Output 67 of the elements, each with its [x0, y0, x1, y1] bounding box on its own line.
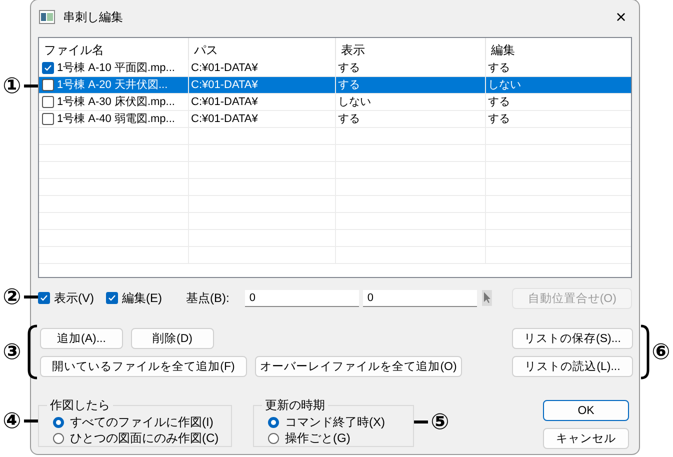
- leader-line: [24, 420, 38, 422]
- radio-label[interactable]: すべてのファイルに作図(I): [70, 414, 214, 430]
- table-cell: する: [486, 94, 631, 110]
- cancel-button[interactable]: キャンセル: [543, 428, 629, 449]
- checkbox[interactable]: [42, 62, 54, 74]
- checkbox-label[interactable]: 表示(V): [54, 290, 94, 306]
- bracket: [28, 324, 38, 380]
- table-cell: する: [336, 60, 486, 76]
- radio-button[interactable]: [53, 432, 64, 444]
- file-name: 1号棟 A-10 平面図.mp...: [57, 60, 175, 76]
- checkbox[interactable]: [106, 292, 118, 304]
- leader-line: [414, 420, 428, 424]
- table-cell: する: [486, 111, 631, 127]
- radio-button[interactable]: [53, 416, 64, 428]
- window-title: 串刺し編集: [63, 8, 124, 26]
- table-cell: C:¥01-DATA¥: [189, 94, 336, 110]
- list-row[interactable]: 1号棟 A-40 弱電図.mp... C:¥01-DATA¥ する する: [39, 111, 631, 128]
- table-cell: する: [336, 111, 486, 127]
- column-header[interactable]: パス: [189, 38, 336, 63]
- table-cell: しない: [486, 77, 631, 93]
- callout-number: ⑤: [430, 410, 450, 434]
- radio-label[interactable]: コマンド終了時(X): [285, 414, 385, 430]
- leader-line: [24, 84, 38, 88]
- radio-label[interactable]: ひとつの図面にのみ作図(C): [70, 430, 219, 446]
- load-list-button[interactable]: リストの読込(L)...: [512, 356, 633, 377]
- leader-line: [24, 296, 38, 298]
- file-name: 1号棟 A-30 床伏図.mp...: [57, 94, 175, 110]
- bracket: [640, 324, 650, 380]
- table-cell: しない: [336, 94, 486, 110]
- base-point-label: 基点(B):: [186, 290, 230, 306]
- ok-button[interactable]: OK: [543, 400, 629, 421]
- radio-button[interactable]: [268, 432, 279, 444]
- table-cell: C:¥01-DATA¥: [189, 60, 336, 76]
- checkbox[interactable]: [42, 79, 54, 91]
- checkbox[interactable]: [42, 113, 54, 125]
- app-icon: [39, 10, 55, 24]
- column-header[interactable]: 編集: [486, 38, 631, 63]
- group-title: 作図したら: [49, 397, 111, 414]
- radio-button[interactable]: [268, 416, 279, 428]
- table-cell: する: [486, 60, 631, 76]
- y-field[interactable]: 0: [363, 290, 478, 306]
- table-cell: C:¥01-DATA¥: [189, 77, 336, 93]
- callout-number: ②: [2, 285, 22, 309]
- file-name: 1号棟 A-40 弱電図.mp...: [57, 112, 175, 126]
- callout-number: ①: [2, 74, 22, 98]
- close-button[interactable]: ×: [611, 6, 631, 28]
- delete-button[interactable]: 削除(D): [131, 328, 214, 349]
- save-list-button[interactable]: リストの保存(S)...: [512, 328, 633, 349]
- checkbox[interactable]: [42, 96, 54, 108]
- table-cell: C:¥01-DATA¥: [189, 111, 336, 127]
- group-title: 更新の時期: [264, 397, 326, 414]
- file-name: 1号棟 A-20 天井伏図...: [57, 78, 168, 92]
- radio-label[interactable]: 操作ごと(G): [285, 430, 350, 446]
- checkbox[interactable]: [38, 292, 50, 304]
- x-field[interactable]: 0: [245, 290, 360, 306]
- checkbox-label[interactable]: 編集(E): [122, 290, 162, 306]
- column-header[interactable]: 表示: [336, 38, 486, 63]
- callout-number: ③: [2, 340, 22, 364]
- list-row[interactable]: 1号棟 A-30 床伏図.mp... C:¥01-DATA¥ しない する: [39, 94, 631, 111]
- add-overlay-files-button[interactable]: オーバーレイファイルを全て追加(O): [255, 356, 462, 377]
- list-row[interactable]: 1号棟 A-20 天井伏図... C:¥01-DATA¥ する しない: [39, 77, 631, 94]
- callout-number: ④: [2, 409, 22, 433]
- cursor-icon[interactable]: [482, 290, 492, 306]
- callout-number: ⑥: [650, 340, 672, 364]
- table-cell: する: [336, 77, 486, 93]
- add-open-files-button[interactable]: 開いているファイルを全て追加(F): [40, 356, 247, 377]
- add-button[interactable]: 追加(A)...: [40, 328, 123, 349]
